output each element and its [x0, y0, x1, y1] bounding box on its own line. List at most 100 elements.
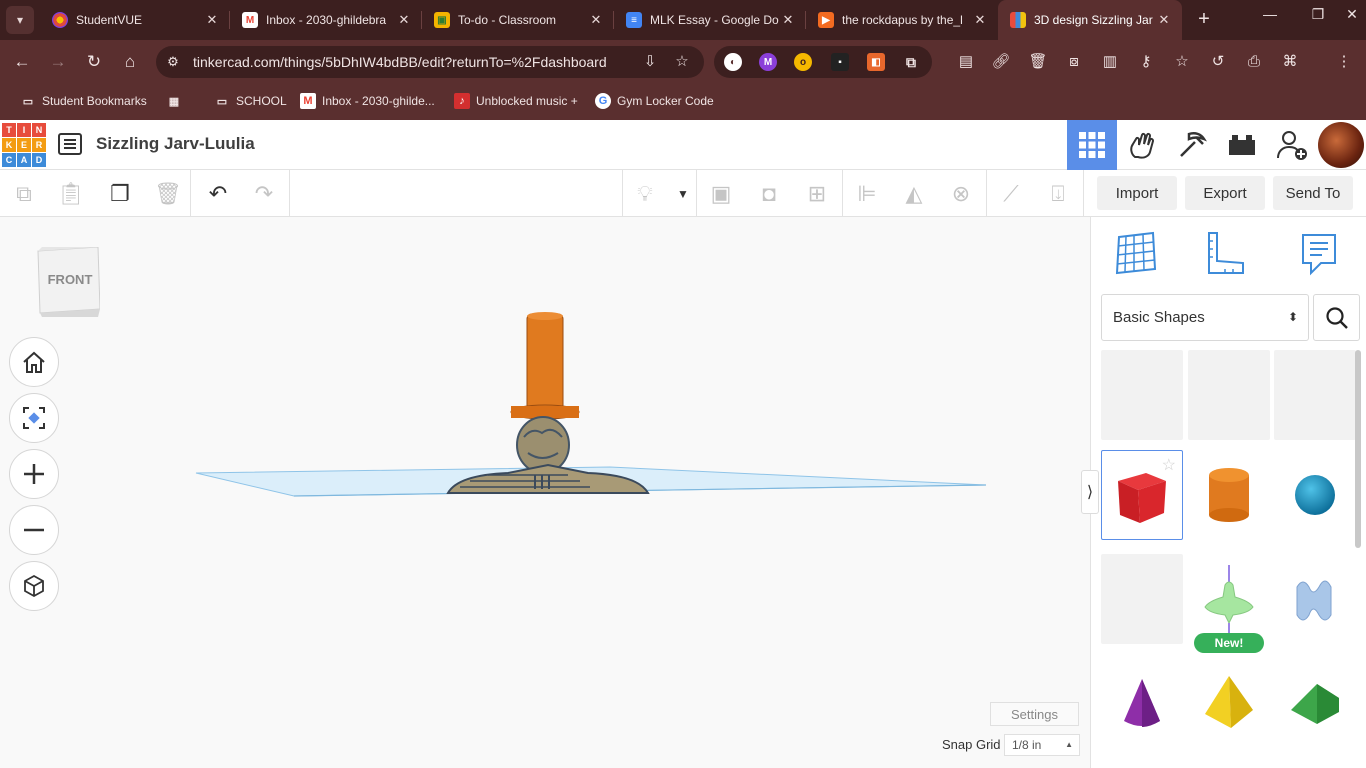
workplane-icon[interactable]: ⟋	[997, 180, 1025, 208]
link-icon[interactable]: 🔗︎	[991, 52, 1011, 72]
reading-mode-icon[interactable]: ▥	[1100, 52, 1120, 72]
design-title[interactable]: Sizzling Jarv-Luulia	[96, 134, 255, 154]
browser-tab[interactable]: ▶ the rockdapus by the_l ✕	[806, 0, 998, 40]
delete-icon[interactable]: 🗑︎	[154, 180, 182, 208]
browser-tab[interactable]: ▣ To-do - Classroom ✕	[422, 0, 614, 40]
close-window-icon[interactable]: ✕	[1340, 6, 1364, 23]
panel-scrollbar[interactable]	[1355, 350, 1361, 548]
bookmark-item[interactable]: ♪ Unblocked music +	[454, 93, 578, 109]
ungroup-icon[interactable]: ◘	[755, 180, 783, 208]
pyramid-shape[interactable]	[1188, 658, 1270, 748]
browser-tab[interactable]: StudentVUE ✕	[40, 0, 230, 40]
site-info-icon[interactable]: ⚙	[164, 53, 182, 71]
history-icon[interactable]: ↺	[1208, 52, 1228, 72]
tab-search-button[interactable]: ▾	[6, 6, 34, 34]
forward-icon[interactable]: →	[46, 50, 70, 74]
cruise-icon[interactable]: ⊞	[803, 180, 831, 208]
cylinder-shape[interactable]	[1188, 450, 1270, 540]
workplane-tool-icon[interactable]	[1113, 229, 1159, 277]
bookmark-star-icon[interactable]: ☆	[672, 52, 692, 72]
translate-icon[interactable]: ⌘	[1280, 52, 1300, 72]
snap-grid-select[interactable]: 1/8 in ▲	[1004, 734, 1080, 756]
box-shape[interactable]: ☆	[1101, 450, 1183, 540]
restore-icon[interactable]: ❐	[1306, 6, 1330, 23]
bookmark-item[interactable]: ▭ Student Bookmarks	[20, 93, 147, 109]
extension-icon[interactable]: M	[759, 53, 777, 71]
zoom-out-button[interactable]	[9, 505, 59, 555]
close-icon[interactable]: ✕	[588, 12, 604, 28]
print-icon[interactable]: ⎙	[1244, 52, 1264, 72]
bookmark-item[interactable]: M Inbox - 2030-ghilde...	[300, 93, 435, 109]
cone-shape[interactable]	[1101, 658, 1183, 748]
bookmark-item[interactable]: G Gym Locker Code	[595, 93, 714, 109]
collapse-panel-button[interactable]: ⟩	[1081, 470, 1099, 514]
align-icon[interactable]: ⊫	[853, 180, 881, 208]
close-icon[interactable]: ✕	[972, 12, 988, 28]
address-bar[interactable]: ⚙ tinkercad.com/things/5bDhIW4bdBB/edit?…	[156, 46, 704, 78]
zoom-in-button[interactable]	[9, 449, 59, 499]
home-icon[interactable]: ⌂	[118, 50, 142, 74]
lightbulb-icon[interactable]: 💡︎	[631, 180, 659, 208]
mirror-icon[interactable]: ◭	[900, 180, 928, 208]
spinning-top-shape[interactable]: New!	[1188, 554, 1270, 653]
viewcube[interactable]: FRONT	[32, 247, 100, 317]
close-icon[interactable]: ✕	[396, 12, 412, 28]
shape-category-dropdown[interactable]: Basic Shapes ⬍	[1101, 294, 1309, 341]
browser-tab[interactable]: M Inbox - 2030-ghildebra ✕	[230, 0, 422, 40]
undo-icon[interactable]: ↶	[204, 180, 232, 208]
tinkercad-logo[interactable]: T I N K E R C A D	[2, 123, 46, 167]
send-to-button[interactable]: Send To	[1273, 176, 1353, 210]
shape-placeholder[interactable]	[1101, 554, 1183, 644]
close-icon[interactable]: ✕	[204, 12, 220, 28]
extension-icon[interactable]: o	[794, 53, 812, 71]
ruler-icon[interactable]	[1203, 229, 1249, 277]
bricks-button[interactable]	[1217, 120, 1267, 170]
install-app-icon[interactable]: ⇩	[640, 52, 660, 72]
reload-icon[interactable]: ↻	[82, 50, 106, 74]
menu-kebab-icon[interactable]: ⋮	[1334, 52, 1354, 72]
sim-lab-button[interactable]	[1167, 120, 1217, 170]
browser-tab-active[interactable]: 3D design Sizzling Jar ✕	[998, 0, 1182, 40]
text-shape[interactable]	[1274, 554, 1356, 644]
trash-icon[interactable]: 🗑︎	[1028, 52, 1048, 72]
settings-button[interactable]: Settings	[990, 702, 1079, 726]
fit-view-button[interactable]	[9, 393, 59, 443]
redo-icon[interactable]: ↷	[250, 180, 278, 208]
shape-search-button[interactable]	[1313, 294, 1360, 341]
export-button[interactable]: Export	[1185, 176, 1265, 210]
close-icon[interactable]: ✕	[1156, 12, 1172, 28]
shape-placeholder[interactable]	[1274, 350, 1356, 440]
minimize-icon[interactable]: —	[1258, 6, 1282, 22]
duplicate-icon[interactable]: ❐	[106, 180, 134, 208]
group-icon[interactable]: ▣	[707, 180, 735, 208]
home-view-button[interactable]	[9, 337, 59, 387]
invite-collaborator-button[interactable]	[1267, 120, 1317, 170]
3d-viewport[interactable]: FRONT Settings Snap Grid 1/8 in ▲	[0, 217, 1090, 768]
notes-icon[interactable]	[1295, 229, 1341, 277]
roof-shape[interactable]	[1274, 658, 1356, 748]
drop-icon[interactable]: ⍗	[1044, 180, 1072, 208]
bookmark-item[interactable]: ▭ SCHOOL	[214, 93, 287, 109]
design-list-icon[interactable]	[58, 133, 82, 155]
apps-button[interactable]: ▦	[166, 93, 188, 109]
new-tab-button[interactable]: +	[1192, 8, 1216, 32]
browser-tab[interactable]: ≡ MLK Essay - Google Do ✕	[614, 0, 806, 40]
shape-placeholder[interactable]	[1188, 350, 1270, 440]
shape-placeholder[interactable]	[1101, 350, 1183, 440]
extension-icon[interactable]: ◧	[867, 53, 885, 71]
extension-icon[interactable]: ◐	[724, 53, 742, 71]
favorite-star-icon[interactable]: ☆	[1162, 455, 1176, 475]
screenshot-icon[interactable]: ⧇	[1064, 52, 1084, 72]
import-button[interactable]: Import	[1097, 176, 1177, 210]
sphere-shape[interactable]	[1274, 450, 1356, 540]
extensions-puzzle-icon[interactable]: ⧉	[902, 53, 920, 71]
avatar[interactable]	[1318, 122, 1364, 168]
key-icon[interactable]: ⚷	[1136, 52, 1156, 72]
extension-icon[interactable]: ▪	[831, 53, 849, 71]
close-icon[interactable]: ✕	[780, 12, 796, 28]
projection-button[interactable]	[9, 561, 59, 611]
copy-icon[interactable]: ⧉	[10, 180, 38, 208]
chevron-down-icon[interactable]: ▼	[669, 180, 697, 208]
3d-design-view-button[interactable]	[1067, 120, 1117, 170]
back-icon[interactable]: ←	[10, 50, 34, 74]
